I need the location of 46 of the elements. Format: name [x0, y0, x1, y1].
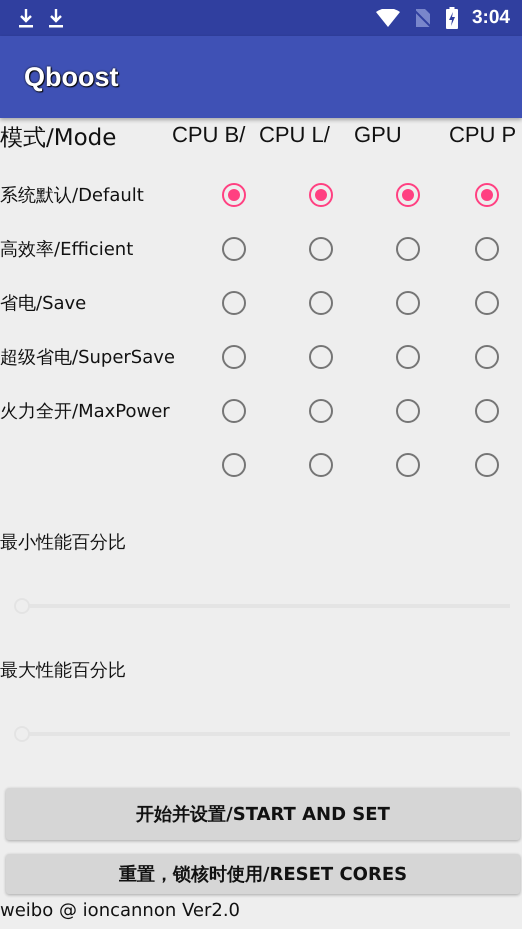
radio-button[interactable] — [474, 345, 498, 369]
clock-time: 3:04 — [472, 7, 510, 29]
column-heading: GPU — [354, 122, 403, 148]
mode-label: 火力全开/MaxPower — [0, 401, 170, 422]
footer-credit: weibo @ ioncannon Ver2.0 — [0, 900, 242, 921]
radio-button[interactable] — [474, 453, 498, 477]
download-icon — [48, 8, 64, 28]
slider-label: 最大性能百分比 — [0, 659, 127, 682]
radio-button[interactable] — [308, 237, 332, 261]
radio-button[interactable] — [396, 345, 420, 369]
column-heading: CPU B/ — [172, 122, 246, 148]
radio-button[interactable] — [222, 183, 246, 207]
download-icon — [18, 8, 34, 28]
radio-button[interactable] — [222, 291, 246, 315]
radio-button[interactable] — [308, 183, 332, 207]
radio-button[interactable] — [396, 237, 420, 261]
radio-button[interactable] — [474, 291, 498, 315]
radio-button[interactable] — [474, 399, 498, 423]
mode-label: 超级省电/SuperSave — [0, 347, 175, 368]
radio-button[interactable] — [474, 183, 498, 207]
radio-button[interactable] — [396, 291, 420, 315]
radio-button[interactable] — [474, 237, 498, 261]
column-heading: CPU L/ — [259, 122, 331, 148]
column-heading: 模式/Mode — [0, 124, 118, 153]
no-sim-icon — [414, 8, 432, 28]
radio-button[interactable] — [396, 453, 420, 477]
radio-button[interactable] — [396, 399, 420, 423]
radio-button[interactable] — [222, 345, 246, 369]
wifi-icon — [376, 9, 400, 27]
mode-label: 高效率/Efficient — [0, 239, 134, 260]
radio-button[interactable] — [222, 237, 246, 261]
radio-button[interactable] — [308, 291, 332, 315]
slider-label: 最小性能百分比 — [0, 531, 127, 554]
column-heading: CPU P — [449, 122, 518, 148]
radio-button[interactable] — [222, 453, 246, 477]
mode-label: 系统默认/Default — [0, 185, 144, 206]
radio-button[interactable] — [308, 399, 332, 423]
radio-button[interactable] — [308, 453, 332, 477]
radio-button[interactable] — [396, 183, 420, 207]
mode-label: 省电/Save — [0, 293, 86, 314]
app-title: Qboost — [24, 62, 118, 92]
action-button[interactable]: 重置，锁核时使用/RESET CORES — [6, 854, 520, 894]
radio-button[interactable] — [308, 345, 332, 369]
radio-button[interactable] — [222, 399, 246, 423]
battery-charging-icon — [446, 7, 458, 29]
action-button[interactable]: 开始并设置/START AND SET — [6, 788, 520, 840]
